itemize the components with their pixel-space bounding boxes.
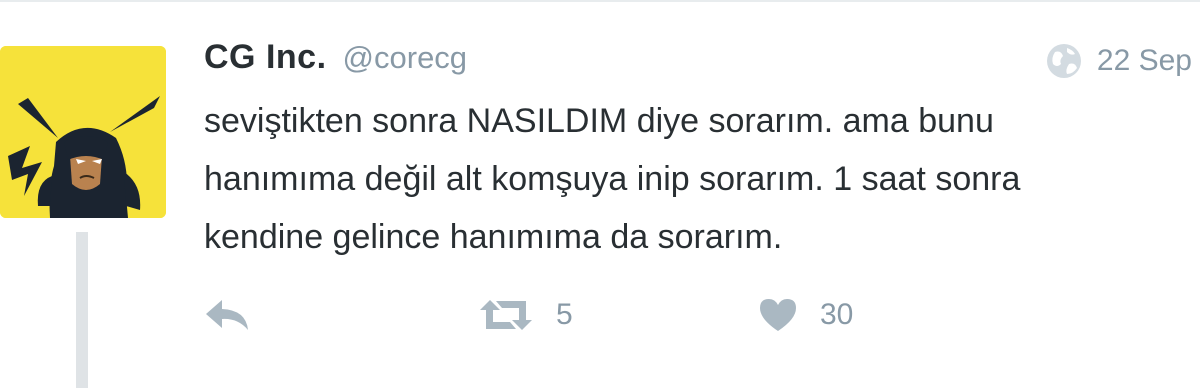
globe-icon: [1046, 44, 1081, 78]
like-button[interactable]: 30: [758, 292, 853, 338]
conversation-thread-line: [76, 232, 88, 388]
retweet-count: 5: [556, 298, 573, 331]
like-count: 30: [820, 298, 854, 331]
tweet-header: CG Inc. @corecg: [204, 38, 467, 88]
top-divider: [0, 0, 1200, 2]
avatar[interactable]: [0, 46, 166, 218]
reply-button[interactable]: [204, 292, 250, 338]
timestamp-text: 22 Sep: [1096, 44, 1192, 77]
retweet-icon: [480, 300, 532, 330]
pikachu-batman-avatar-icon: [0, 46, 166, 218]
author-name[interactable]: CG Inc.: [204, 38, 327, 77]
reply-icon: [206, 300, 248, 330]
tweet-actions: 5 30: [200, 292, 900, 338]
heart-icon: [760, 299, 796, 331]
retweet-button[interactable]: 5: [478, 292, 573, 338]
tweet-text: seviştikten sonra NASILDIM diye sorarım.…: [204, 102, 1021, 256]
author-handle[interactable]: @corecg: [343, 40, 468, 76]
tweet-timestamp[interactable]: 22 Sep: [1045, 42, 1192, 80]
